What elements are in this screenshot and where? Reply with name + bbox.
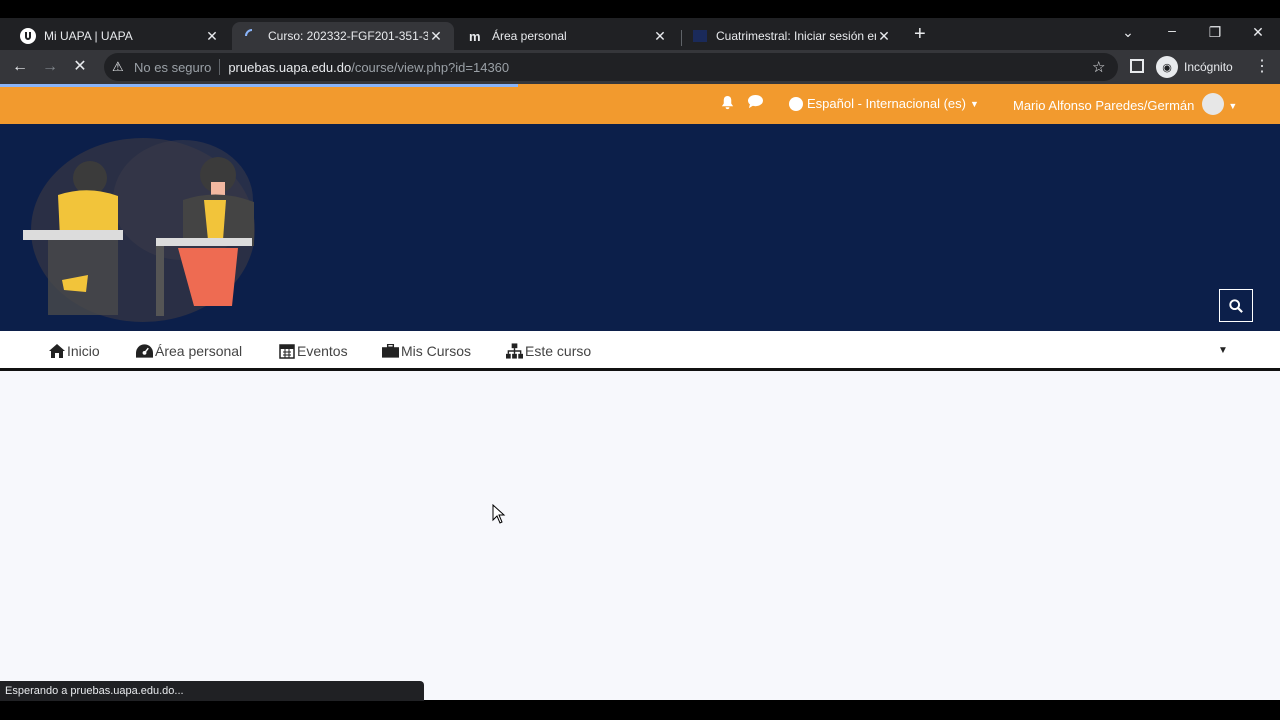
close-icon[interactable]: ✕ bbox=[652, 28, 668, 45]
sitemap-icon bbox=[506, 343, 523, 359]
user-name: Mario Alfonso Paredes/Germán bbox=[1013, 98, 1195, 113]
loading-spinner-icon bbox=[244, 28, 260, 44]
minimize-icon[interactable]: – bbox=[1162, 22, 1182, 38]
nav-item-area-personal[interactable]: Área personal bbox=[136, 343, 242, 359]
globe-icon bbox=[789, 96, 803, 111]
browser-status-bar: Esperando a pruebas.uapa.edu.do... bbox=[0, 681, 424, 701]
uapa-logo-icon bbox=[20, 28, 36, 44]
address-bar[interactable]: ⚠ No es seguro pruebas.uapa.edu.do /cour… bbox=[104, 53, 1118, 81]
forward-arrow-icon[interactable]: → bbox=[40, 58, 60, 76]
incognito-icon: ◉ bbox=[1156, 56, 1178, 78]
caret-down-icon: ▼ bbox=[969, 98, 979, 109]
students-illustration bbox=[23, 138, 255, 322]
nav-label: Inicio bbox=[67, 343, 100, 359]
warning-triangle-icon[interactable]: ⚠ bbox=[112, 59, 128, 75]
nav-label: Área personal bbox=[155, 343, 243, 359]
screen-top-border bbox=[0, 0, 1280, 18]
messages-chat-icon[interactable] bbox=[747, 94, 764, 113]
new-tab-icon[interactable]: + bbox=[914, 24, 926, 44]
tab-curso[interactable]: Curso: 202332-FGF201-351-3378 ✕ bbox=[232, 22, 454, 50]
language-menu[interactable]: Español - Internacional (es) ▼ bbox=[789, 96, 979, 111]
tab-area-personal[interactable]: m Área personal ✕ bbox=[456, 22, 678, 50]
dashboard-icon bbox=[136, 343, 153, 359]
close-icon[interactable]: ✕ bbox=[876, 28, 892, 45]
nav-label: Eventos bbox=[297, 343, 348, 359]
user-menu[interactable]: Mario Alfonso Paredes/Germán ▼ bbox=[1013, 93, 1238, 115]
restore-icon[interactable]: ❐ bbox=[1205, 24, 1225, 41]
page-viewport: Español - Internacional (es) ▼ Mario Alf… bbox=[0, 84, 1280, 700]
side-panel-icon[interactable] bbox=[1130, 59, 1144, 73]
mouse-cursor-icon bbox=[492, 504, 506, 524]
url-path: /course/view.php?id=14360 bbox=[351, 59, 510, 75]
search-button[interactable] bbox=[1219, 289, 1253, 322]
calendar-icon bbox=[278, 343, 295, 359]
nav-label: Este curso bbox=[525, 343, 592, 359]
tab-title: Curso: 202332-FGF201-351-3378 bbox=[268, 29, 428, 43]
avatar bbox=[1202, 93, 1225, 115]
url-host: pruebas.uapa.edu.do bbox=[228, 59, 352, 75]
window-close-icon[interactable]: ✕ bbox=[1248, 24, 1268, 41]
moodle-logo-icon: m bbox=[468, 28, 484, 44]
search-icon bbox=[1229, 298, 1243, 313]
incognito-profile-button[interactable]: ◉ Incógnito bbox=[1156, 56, 1233, 78]
caret-down-icon: ▼ bbox=[1228, 100, 1238, 111]
more-nav-caret-icon[interactable]: ▼ bbox=[1218, 345, 1228, 356]
course-navbar: Inicio Área personal Eventos Mis Cursos … bbox=[0, 331, 1280, 371]
nav-item-mis-cursos[interactable]: Mis Cursos bbox=[382, 343, 471, 359]
nav-item-inicio[interactable]: Inicio bbox=[48, 343, 100, 359]
tab-title: Mi UAPA | UAPA bbox=[44, 29, 133, 43]
stop-loading-icon[interactable]: ✕ bbox=[70, 58, 90, 76]
tab-cuatrimestral[interactable]: Cuatrimestral: Iniciar sesión en el ✕ bbox=[680, 22, 902, 50]
nav-label: Mis Cursos bbox=[401, 343, 472, 359]
screen-bottom-border bbox=[0, 700, 1280, 720]
browser-tab-strip: Mi UAPA | UAPA ✕ Curso: 202332-FGF201-35… bbox=[0, 18, 1280, 50]
page-loading-progress bbox=[0, 84, 518, 87]
nav-item-este-curso[interactable]: Este curso bbox=[506, 343, 591, 359]
course-header-banner bbox=[0, 124, 1280, 331]
moodle-top-navbar: Español - Internacional (es) ▼ Mario Alf… bbox=[0, 84, 1280, 124]
nav-item-eventos[interactable]: Eventos bbox=[278, 343, 348, 359]
notification-bell-icon[interactable] bbox=[720, 95, 735, 114]
site-favicon-icon bbox=[692, 28, 708, 44]
url-separator bbox=[219, 59, 221, 75]
more-menu-icon[interactable]: ⋮ bbox=[1254, 56, 1270, 76]
close-icon[interactable]: ✕ bbox=[204, 28, 220, 45]
tab-title: Cuatrimestral: Iniciar sesión en el bbox=[716, 29, 876, 43]
svg-text:m: m bbox=[469, 29, 481, 44]
profile-label: Incógnito bbox=[1184, 60, 1233, 74]
briefcase-icon bbox=[382, 343, 399, 359]
language-label: Español - Internacional (es) bbox=[807, 96, 966, 111]
tab-title: Área personal bbox=[492, 29, 567, 43]
tab-search-icon[interactable]: ⌄ bbox=[1118, 24, 1138, 41]
security-label[interactable]: No es seguro bbox=[134, 60, 211, 75]
tab-mi-uapa[interactable]: Mi UAPA | UAPA ✕ bbox=[8, 22, 230, 50]
browser-toolbar: ← → ✕ ⚠ No es seguro pruebas.uapa.edu.do… bbox=[0, 50, 1280, 84]
back-arrow-icon[interactable]: ← bbox=[10, 58, 30, 76]
close-icon[interactable]: ✕ bbox=[428, 28, 444, 45]
bookmark-star-icon[interactable]: ☆ bbox=[1092, 58, 1105, 76]
home-icon bbox=[48, 343, 65, 359]
